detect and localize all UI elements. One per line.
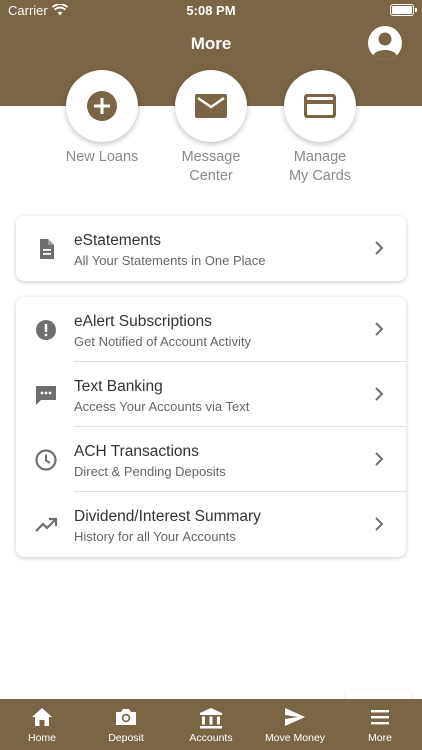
list-item-ach[interactable]: ACH Transactions Direct & Pending Deposi… [16,427,406,492]
add-circle-icon [87,91,117,121]
tab-home[interactable]: Home [0,699,84,750]
item-title: eStatements [74,232,162,249]
chevron-right-icon [375,322,384,336]
document-icon [40,239,54,259]
chevron-right-icon [375,387,384,401]
list-item-dividend[interactable]: Dividend/Interest Summary History for al… [16,492,406,557]
tab-label: More [368,732,392,744]
send-icon [285,708,305,726]
list-item-estatements[interactable]: eStatements All Your Statements in One P… [16,216,406,281]
page-title: More [190,34,232,53]
item-subtitle: History for all Your Accounts [74,529,236,544]
quick-action-label: Message Center [181,149,241,184]
tab-label: Deposit [108,732,144,744]
statements-card: eStatements All Your Statements in One P… [16,216,406,281]
tab-label: Accounts [189,732,233,744]
chevron-right-icon [375,452,384,466]
item-title: Dividend/Interest Summary [74,508,261,525]
home-icon [32,708,52,726]
tab-accounts[interactable]: Accounts [169,699,253,750]
battery-icon [390,4,417,16]
account-circle-icon [373,32,397,60]
clock-label: 5:08 PM [186,3,236,18]
item-title: ACH Transactions [74,443,199,460]
quick-action-new-loans[interactable]: New Loans [47,70,157,167]
trending-up-icon [35,517,58,532]
list-item-ealert[interactable]: eAlert Subscriptions Get Notified of Acc… [16,297,406,362]
item-subtitle: Access Your Accounts via Text [74,399,250,414]
quick-action-label: Manage My Cards [288,149,352,184]
tab-more[interactable]: More [338,699,422,750]
item-subtitle: Get Notified of Account Activity [74,334,252,349]
chevron-right-icon [375,241,384,255]
item-title: eAlert Subscriptions [74,313,212,330]
clock-icon [35,449,57,471]
bank-icon [200,708,222,729]
list-item-text-banking[interactable]: Text Banking Access Your Accounts via Te… [16,362,406,427]
manage-cards-button[interactable] [284,70,356,142]
tab-move-money[interactable]: Move Money [253,699,337,750]
tab-bar: Home Deposit Accounts Move Money More [0,699,422,750]
item-subtitle: Direct & Pending Deposits [74,464,226,479]
profile-button[interactable] [368,26,402,60]
camera-icon [116,709,136,725]
status-bar: Carrier 5:08 PM [0,0,422,22]
tab-deposit[interactable]: Deposit [84,699,168,750]
quick-action-manage-cards[interactable]: Manage My Cards [265,70,375,186]
quick-action-message-center[interactable]: Message Center [156,70,266,186]
item-title: Text Banking [74,378,163,395]
chat-icon [36,386,56,405]
tab-label: Move Money [264,732,326,744]
mail-icon [195,94,227,118]
chevron-right-icon [375,517,384,531]
tab-label: Home [27,732,56,744]
message-center-button[interactable] [175,70,247,142]
menu-icon [371,710,389,725]
new-loans-button[interactable] [66,70,138,142]
quick-action-label: New Loans [65,149,139,165]
credit-card-icon [304,94,336,118]
item-subtitle: All Your Statements in One Place [74,253,266,268]
alert-icon [36,320,56,340]
services-card: eAlert Subscriptions Get Notified of Acc… [16,297,406,557]
